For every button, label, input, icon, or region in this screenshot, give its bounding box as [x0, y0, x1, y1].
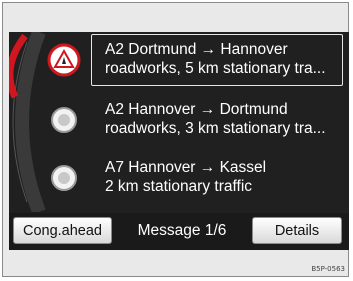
message-detail: roadworks, 3 km stationary tra... — [105, 120, 326, 137]
figure-frame: A2 Dortmund → Hannover roadworks, 5 km s… — [2, 2, 349, 277]
message-text-1: A2 Dortmund → Hannover roadworks, 5 km s… — [105, 40, 326, 78]
details-button[interactable]: Details — [252, 217, 342, 244]
traffic-info-icon — [51, 165, 77, 191]
congestion-ahead-button[interactable]: Cong.ahead — [13, 217, 112, 244]
message-text-2: A2 Hannover → Dortmund roadworks, 3 km s… — [105, 100, 326, 138]
bottom-bar: Cong.ahead Message 1/6 Details — [9, 213, 349, 250]
traffic-message-1[interactable]: A2 Dortmund → Hannover roadworks, 5 km s… — [47, 34, 343, 86]
message-route: A2 Hannover → Dortmund — [105, 101, 288, 118]
message-detail: 2 km stationary traffic — [105, 178, 253, 195]
traffic-messages-screen: A2 Dortmund → Hannover roadworks, 5 km s… — [9, 32, 349, 250]
figure-reference-code: B5P-0563 — [311, 265, 345, 273]
message-route: A2 Dortmund → Hannover — [105, 41, 288, 58]
message-counter: Message 1/6 — [137, 221, 227, 239]
message-text-3: A7 Hannover → Kassel 2 km stationary tra… — [105, 158, 266, 196]
message-detail: roadworks, 5 km stationary tra... — [105, 60, 326, 77]
roadworks-warning-icon — [47, 43, 81, 77]
traffic-info-icon — [51, 107, 77, 133]
message-route: A7 Hannover → Kassel — [105, 159, 267, 176]
